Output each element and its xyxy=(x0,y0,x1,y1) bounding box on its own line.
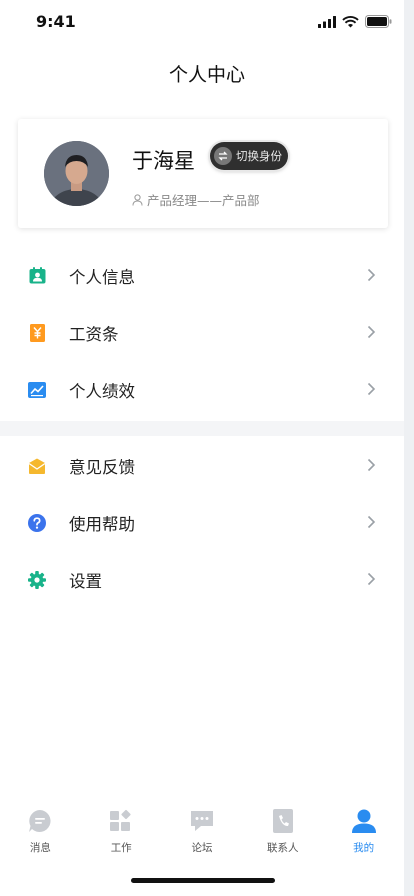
department-text: 产品经理——产品部 xyxy=(147,193,260,208)
avatar[interactable] xyxy=(44,141,109,206)
wifi-icon xyxy=(342,15,359,27)
tab-contacts[interactable]: 联系人 xyxy=(242,800,323,870)
battery-icon xyxy=(365,15,392,28)
profile-screen: 9:41 个人中心 于海星 切换身份 产品经理——产品部 个人信息 工资条 个人… xyxy=(0,0,414,896)
section-divider xyxy=(0,421,404,436)
tab-label: 消息 xyxy=(29,842,51,854)
salary-icon xyxy=(28,323,46,342)
switch-identity-button[interactable]: 切换身份 xyxy=(210,142,288,170)
menu-group-personal: 个人信息 工资条 个人绩效 xyxy=(0,245,404,421)
menu-label: 个人绩效 xyxy=(69,381,135,401)
performance-chart-icon xyxy=(28,381,46,399)
chevron-right-icon xyxy=(367,572,376,586)
menu-item-settings[interactable]: 设置 xyxy=(0,551,404,608)
chevron-right-icon xyxy=(367,325,376,339)
menu-item-performance[interactable]: 个人绩效 xyxy=(0,361,404,418)
tab-forum[interactable]: 论坛 xyxy=(162,800,243,870)
tab-bar: 消息 工作 论坛 联系人 我的 xyxy=(0,800,404,870)
profile-card[interactable]: 于海星 切换身份 产品经理——产品部 xyxy=(18,119,388,228)
status-icons xyxy=(318,15,392,28)
edge-strip xyxy=(404,0,414,896)
profile-icon xyxy=(351,808,377,834)
contacts-icon xyxy=(270,808,296,834)
status-time: 9:41 xyxy=(36,12,76,31)
menu-item-personal-info[interactable]: 个人信息 xyxy=(0,247,404,304)
menu-label: 使用帮助 xyxy=(69,514,135,534)
menu-item-help[interactable]: 使用帮助 xyxy=(0,494,404,551)
signal-icon xyxy=(318,15,336,28)
tab-label: 联系人 xyxy=(267,842,299,854)
menu-item-feedback[interactable]: 意见反馈 xyxy=(0,437,404,494)
switch-identity-label: 切换身份 xyxy=(236,149,282,163)
switch-arrows-icon xyxy=(214,147,232,165)
message-icon xyxy=(27,808,53,834)
feedback-mail-icon xyxy=(28,457,46,475)
tab-messages[interactable]: 消息 xyxy=(0,800,81,870)
menu-label: 意见反馈 xyxy=(69,457,135,477)
menu-label: 工资条 xyxy=(69,324,119,344)
chevron-right-icon xyxy=(367,458,376,472)
user-name: 于海星 xyxy=(132,149,195,173)
settings-gear-icon xyxy=(28,570,46,589)
chevron-right-icon xyxy=(367,515,376,529)
user-department: 产品经理——产品部 xyxy=(132,190,260,209)
chevron-right-icon xyxy=(367,268,376,282)
status-bar: 9:41 xyxy=(0,0,414,44)
menu-group-support: 意见反馈 使用帮助 设置 xyxy=(0,436,404,612)
tab-me[interactable]: 我的 xyxy=(323,800,404,870)
tab-label: 论坛 xyxy=(191,842,213,854)
forum-icon xyxy=(189,808,215,834)
tab-label: 工作 xyxy=(110,842,132,854)
menu-item-salary[interactable]: 工资条 xyxy=(0,304,404,361)
tab-work[interactable]: 工作 xyxy=(81,800,162,870)
page-title: 个人中心 xyxy=(168,64,245,86)
menu-label: 个人信息 xyxy=(69,267,135,287)
id-card-icon xyxy=(28,267,46,285)
tab-label: 我的 xyxy=(353,842,375,854)
work-grid-icon xyxy=(108,808,134,834)
person-icon xyxy=(132,193,143,206)
chevron-right-icon xyxy=(367,382,376,396)
menu-label: 设置 xyxy=(69,571,102,591)
home-indicator xyxy=(131,878,275,883)
help-icon xyxy=(28,513,46,532)
